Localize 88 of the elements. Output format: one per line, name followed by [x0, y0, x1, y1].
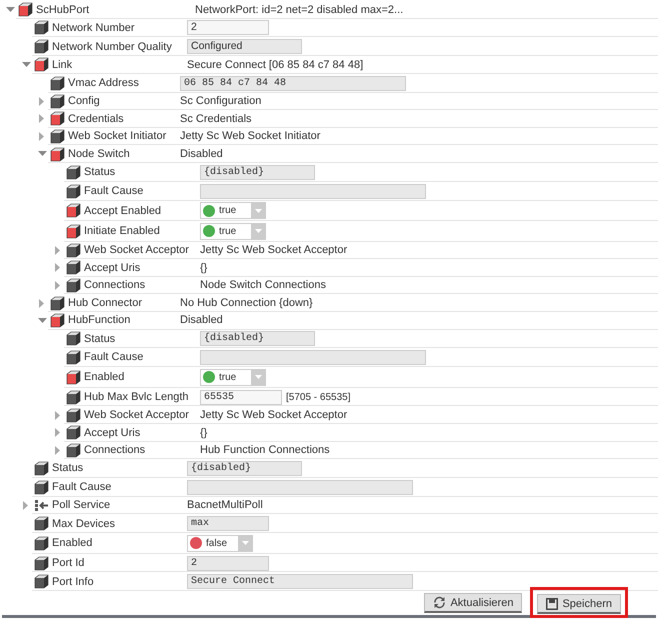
input-field[interactable]: {disabled}: [187, 461, 302, 476]
property-label: Poll Service: [52, 498, 110, 514]
property-label: Accept Uris: [84, 260, 140, 276]
property-label: Status: [52, 461, 84, 476]
boolean-dropdown[interactable]: true: [200, 368, 266, 386]
property-value: {}: [200, 260, 208, 276]
property-label: Status: [84, 332, 116, 347]
property-label: Web Socket Acceptor: [84, 243, 189, 258]
boolean-dropdown[interactable]: false: [187, 534, 253, 552]
property-label: Hub Connector: [68, 296, 142, 311]
toolbar-button[interactable]: Aktualisieren: [424, 593, 522, 614]
input-field[interactable]: [200, 350, 426, 366]
toolbar-button[interactable]: Speichern: [537, 594, 621, 614]
input-field[interactable]: [200, 184, 426, 199]
input-field[interactable]: 2: [187, 556, 269, 571]
caret-icon: [254, 375, 262, 380]
expand-arrow-icon[interactable]: [55, 410, 61, 420]
property-value: Node Switch Connections: [200, 278, 326, 294]
input-field[interactable]: max: [187, 516, 269, 532]
property-label: Network Number: [52, 20, 135, 36]
property-label: ScHubPort: [36, 2, 90, 18]
property-label: Fault Cause: [84, 350, 144, 366]
property-label: Fault Cause: [52, 480, 112, 496]
expand-arrow-icon[interactable]: [55, 428, 61, 438]
expand-arrow-icon[interactable]: [55, 246, 61, 255]
property-value: No Hub Connection {down}: [180, 296, 313, 311]
expand-arrow-icon[interactable]: [55, 281, 61, 290]
expand-arrow-icon[interactable]: [39, 298, 45, 308]
property-value: Hub Function Connections: [200, 443, 330, 458]
caret-icon: [254, 208, 262, 213]
boolean-dropdown[interactable]: true: [200, 202, 266, 220]
property-value: Jetty Sc Web Socket Acceptor: [200, 243, 348, 258]
input-field[interactable]: {disabled}: [200, 331, 315, 346]
range-hint: [5705 - 65535]: [286, 390, 350, 404]
input-field[interactable]: Secure Connect: [187, 574, 413, 590]
property-label: Credentials: [68, 112, 124, 127]
property-value: Sc Credentials: [180, 112, 252, 127]
input-field[interactable]: Configured: [187, 39, 302, 54]
property-label: Connections: [84, 278, 146, 294]
property-value: BacnetMultiPoll: [187, 498, 263, 514]
property-label: Web Socket Acceptor: [84, 408, 189, 423]
refresh-icon: [433, 596, 446, 610]
property-label: Initiate Enabled: [84, 224, 160, 240]
caret-icon: [254, 229, 262, 234]
input-field[interactable]: 06 85 84 c7 84 48: [180, 76, 406, 91]
property-label: Accept Uris: [84, 426, 140, 441]
expand-arrow-icon[interactable]: [55, 263, 61, 272]
expand-arrow-icon[interactable]: [55, 446, 61, 455]
caret-icon: [242, 541, 248, 546]
property-label: Enabled: [52, 536, 92, 552]
property-label: Config: [68, 94, 100, 110]
property-label: HubFunction: [68, 313, 130, 328]
boolean-dropdown[interactable]: true: [200, 222, 266, 240]
property-label: Web Socket Initiator: [68, 129, 166, 144]
save-icon: [546, 598, 558, 610]
property-value: {}: [200, 426, 208, 441]
collapse-arrow-icon[interactable]: [6, 6, 14, 13]
property-label: Accept Enabled: [84, 204, 162, 219]
collapse-arrow-icon[interactable]: [38, 318, 46, 324]
property-value: Jetty Sc Web Socket Acceptor: [200, 408, 348, 423]
property-label: Port Id: [52, 556, 84, 571]
property-label: Max Devices: [52, 516, 115, 532]
expand-arrow-icon[interactable]: [23, 501, 29, 510]
property-value: Jetty Sc Web Socket Initiator: [180, 129, 320, 144]
property-label: Port Info: [52, 574, 94, 590]
input-field[interactable]: [187, 480, 413, 495]
property-label: Hub Max Bvlc Length: [84, 390, 189, 405]
property-label: Connections: [84, 443, 146, 458]
input-field[interactable]: 65535: [200, 390, 282, 404]
expand-arrow-icon[interactable]: [39, 114, 45, 124]
expand-arrow-icon[interactable]: [39, 96, 45, 106]
property-label: Vmac Address: [68, 76, 139, 91]
property-label: Status: [84, 165, 116, 180]
expand-arrow-icon[interactable]: [39, 132, 45, 142]
property-value: Sc Configuration: [180, 94, 262, 110]
property-value: NetworkPort: id=2 net=2 disabled max=2...: [195, 2, 404, 18]
collapse-arrow-icon[interactable]: [38, 151, 46, 158]
property-label: Enabled: [84, 370, 124, 386]
property-value: Secure Connect [06 85 84 c7 84 48]: [187, 58, 364, 73]
property-label: Link: [52, 58, 72, 73]
input-field[interactable]: {disabled}: [200, 164, 315, 180]
property-label: Fault Cause: [84, 184, 144, 199]
collapse-arrow-icon[interactable]: [22, 62, 30, 68]
property-label: Node Switch: [68, 146, 130, 162]
input-field[interactable]: 2: [187, 20, 269, 36]
property-label: Network Number Quality: [52, 40, 172, 55]
property-value: Disabled: [180, 313, 223, 328]
property-value: Disabled: [180, 146, 223, 162]
